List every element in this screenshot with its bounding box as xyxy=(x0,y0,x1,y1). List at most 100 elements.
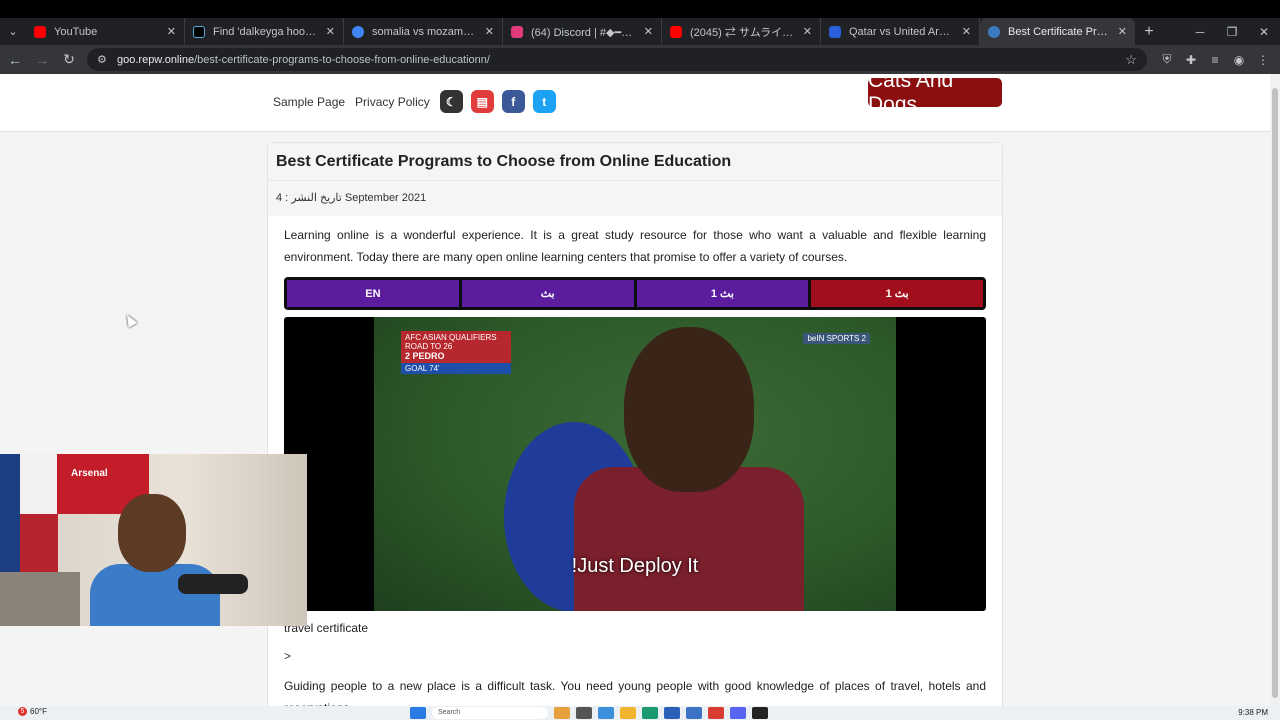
bookmark-star-icon[interactable]: ☆ xyxy=(1125,52,1137,68)
forward-icon[interactable]: → xyxy=(30,48,54,72)
tab-search-icon[interactable]: ⌄ xyxy=(0,18,26,45)
channel-logo: beIN SPORTS 2 xyxy=(803,333,870,344)
site-logo[interactable]: Cats And Dogs xyxy=(868,74,1002,116)
section-label: travel certificate xyxy=(284,621,369,635)
close-icon[interactable]: ✕ xyxy=(962,25,971,38)
edge-icon[interactable] xyxy=(598,707,614,719)
shop-icon[interactable]: ▤ xyxy=(470,90,494,113)
restore-icon[interactable]: ❐ xyxy=(1216,18,1248,45)
taskbar-apps: Search xyxy=(410,707,768,719)
app-icon[interactable] xyxy=(686,707,702,719)
app-icon[interactable] xyxy=(752,707,768,719)
app-icon[interactable] xyxy=(642,707,658,719)
window-controls: ─ ❐ ✕ xyxy=(1184,18,1280,45)
tab-active[interactable]: Best Certificate Programs to Ch ✕ xyxy=(980,18,1135,45)
close-icon[interactable]: ✕ xyxy=(485,25,494,38)
article-paragraph: Guiding people to a new place is a diffi… xyxy=(284,679,986,706)
chevron-right-icon[interactable]: > xyxy=(284,649,986,663)
menu-item-privacy-policy[interactable]: Privacy Policy xyxy=(355,95,430,109)
server-button-active[interactable]: بث 1 xyxy=(811,280,983,307)
discord-icon xyxy=(511,25,523,38)
site-info-icon[interactable]: ⚙ xyxy=(97,53,111,67)
close-window-icon[interactable]: ✕ xyxy=(1248,18,1280,45)
banner-text: Arsenal xyxy=(71,468,108,479)
tab-tiktok[interactable]: Find 'dalkeyga hooyo dunida u ✕ xyxy=(185,18,344,45)
reload-icon[interactable]: ↻ xyxy=(57,48,81,72)
weather-temp: 60°F xyxy=(30,707,47,716)
app-icon[interactable] xyxy=(554,707,570,719)
page-scrollbar[interactable] xyxy=(1270,74,1280,706)
shield-icon[interactable]: ⛨ xyxy=(1155,48,1179,72)
scorebug-title: AFC ASIAN QUALIFIERS ROAD TO 26 xyxy=(405,333,497,351)
article-header: Best Certificate Programs to Choose from… xyxy=(268,143,1002,181)
taskbar-search[interactable]: Search xyxy=(432,707,548,719)
streamer xyxy=(90,494,220,626)
article-body: Learning online is a wonderful experienc… xyxy=(268,216,1002,706)
twitter-icon[interactable]: t xyxy=(532,90,556,113)
flag-decoration xyxy=(0,454,58,574)
article-card: Best Certificate Programs to Choose from… xyxy=(267,142,1003,706)
close-icon[interactable]: ✕ xyxy=(326,25,335,38)
microphone xyxy=(178,574,248,594)
menu-item-sample-page[interactable]: Sample Page xyxy=(273,95,345,109)
google-icon xyxy=(352,25,364,38)
facebook-icon[interactable]: f xyxy=(501,90,525,113)
tab-title: (64) Discord | #◆━【◎】FOOTB xyxy=(531,26,638,39)
youtube-icon xyxy=(670,25,682,38)
media-control-icon[interactable]: ≡ xyxy=(1203,48,1227,72)
scorebug-goal: GOAL 74' xyxy=(401,363,511,374)
minimize-icon[interactable]: ─ xyxy=(1184,18,1216,45)
video-subtitle: !Just Deploy It xyxy=(571,555,699,577)
taskbar: 5 60°F Search 9:38 PM xyxy=(0,706,1280,720)
dark-mode-icon[interactable]: ☾ xyxy=(439,90,463,113)
webcam-overlay: Arsenal xyxy=(0,454,307,626)
article-date: 4 : تاريخ النشر September 2021 xyxy=(268,181,1002,216)
task-view-icon[interactable] xyxy=(576,707,592,719)
server-bar: EN بث بث 1 بث 1 xyxy=(284,277,986,310)
tab-title: Best Certificate Programs to Ch xyxy=(1008,25,1112,38)
article-title: Best Certificate Programs to Choose from… xyxy=(276,153,732,170)
close-icon[interactable]: ✕ xyxy=(644,25,653,38)
article-intro: Learning online is a wonderful experienc… xyxy=(284,228,986,264)
tab-title: YouTube xyxy=(54,25,98,38)
address-bar-row: ← → ↻ ⚙ goo.repw.online/best-certificate… xyxy=(0,45,1280,74)
weather-widget[interactable]: 5 60°F xyxy=(18,707,47,716)
file-explorer-icon[interactable] xyxy=(620,707,636,719)
tab-qatar-uae[interactable]: Qatar vs United Arab Emirates ✕ xyxy=(821,18,980,45)
url-host: goo.repw.online xyxy=(117,53,195,66)
scrollbar-thumb[interactable] xyxy=(1272,88,1278,698)
server-button-en[interactable]: EN xyxy=(287,280,459,307)
mouse-cursor-icon xyxy=(122,312,138,328)
shelf xyxy=(0,572,80,626)
tab-google[interactable]: somalia vs mozambique - Goo ✕ xyxy=(344,18,503,45)
site-icon xyxy=(829,25,841,38)
close-icon[interactable]: ✕ xyxy=(803,25,812,38)
tiktok-icon xyxy=(193,25,205,38)
close-icon[interactable]: ✕ xyxy=(1118,25,1127,38)
chrome-icon[interactable] xyxy=(708,707,724,719)
server-button-3[interactable]: بث 1 xyxy=(636,280,809,307)
wordpress-icon xyxy=(988,25,1000,38)
server-button-2[interactable]: بث xyxy=(461,280,634,307)
app-icon[interactable] xyxy=(664,707,680,719)
new-tab-button[interactable]: + xyxy=(1135,18,1163,45)
url-field[interactable]: ⚙ goo.repw.online/best-certificate-progr… xyxy=(87,48,1147,71)
scorebug-player: 2 PEDRO xyxy=(405,351,445,361)
windows-start-icon[interactable] xyxy=(410,707,426,719)
extensions-icon[interactable]: ✚ xyxy=(1179,48,1203,72)
close-icon[interactable]: ✕ xyxy=(167,25,176,38)
site-header: Sample Page Privacy Policy ☾ ▤ f t Cats … xyxy=(0,74,1270,132)
video-player[interactable]: AFC ASIAN QUALIFIERS ROAD TO 26 2 PEDRO … xyxy=(284,317,986,611)
tab-title: Qatar vs United Arab Emirates xyxy=(849,25,956,38)
tab-title: somalia vs mozambique - Goo xyxy=(372,25,479,38)
clock: 9:38 PM xyxy=(1238,708,1268,717)
tab-youtube[interactable]: YouTube ✕ xyxy=(26,18,185,45)
menu-icon[interactable]: ⋮ xyxy=(1251,48,1275,72)
tab-youtube-2[interactable]: (2045) ⇄ サムライブルー、圧巻の逆 ✕ xyxy=(662,18,821,45)
discord-taskbar-icon[interactable] xyxy=(730,707,746,719)
youtube-icon xyxy=(34,25,46,38)
tab-discord[interactable]: (64) Discord | #◆━【◎】FOOTB ✕ xyxy=(503,18,662,45)
article-continued: travel certificate > Guiding people to a… xyxy=(284,611,986,706)
back-icon[interactable]: ← xyxy=(3,48,27,72)
profile-icon[interactable]: ◉ xyxy=(1227,48,1251,72)
